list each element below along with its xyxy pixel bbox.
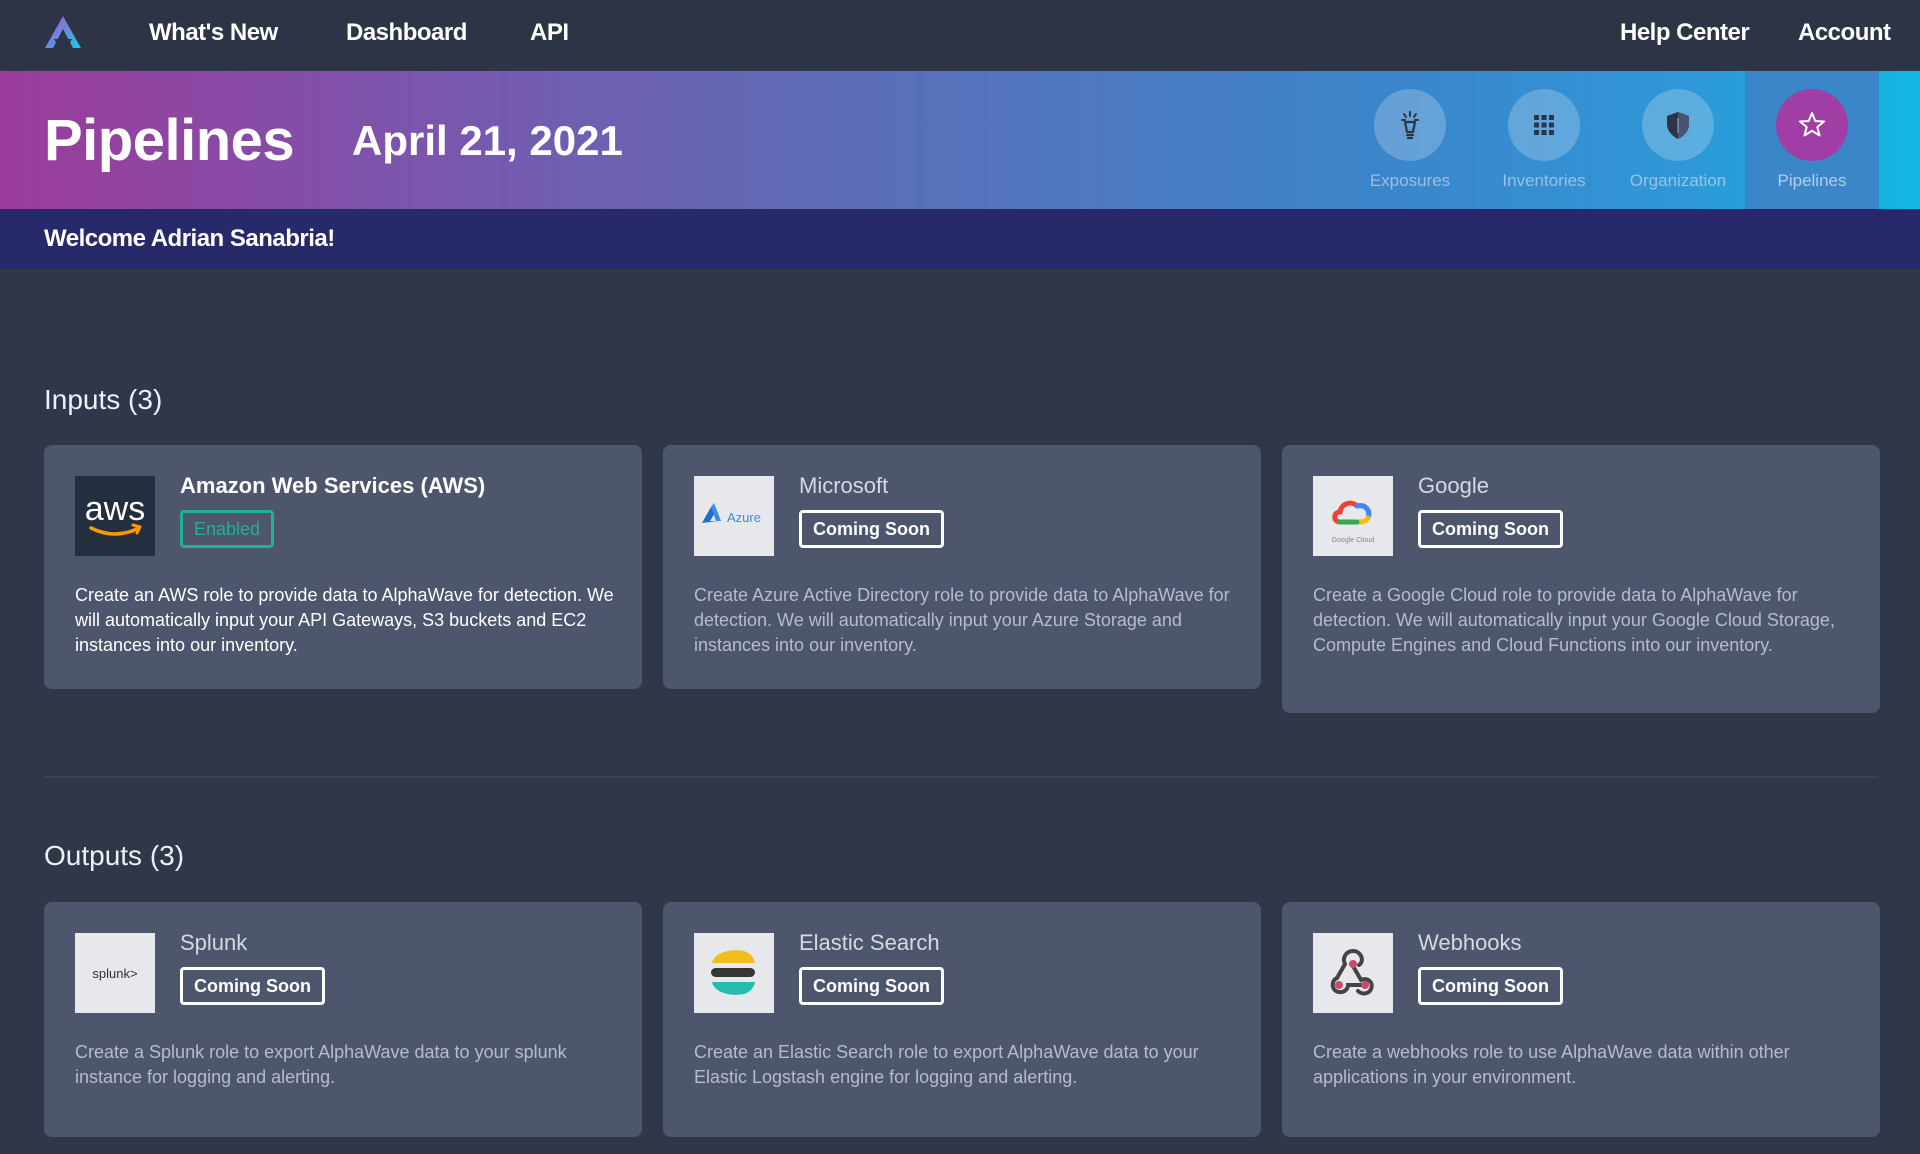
output-card-splunk[interactable]: splunk> Splunk Coming Soon Create a Splu… <box>44 902 642 1137</box>
status-badge: Coming Soon <box>799 510 944 548</box>
page-date: April 21, 2021 <box>352 117 623 164</box>
elastic-logo-icon <box>694 933 774 1013</box>
input-card-google[interactable]: Google Cloud Google Coming Soon Create a… <box>1282 445 1880 713</box>
aws-logo-icon: aws <box>75 476 155 556</box>
webhooks-logo-graphic <box>1330 949 1374 996</box>
splunk-logo-text: splunk> <box>92 966 137 981</box>
nav-account[interactable]: Account <box>1798 19 1891 47</box>
card-name: Splunk <box>180 930 248 955</box>
quicknav-organization-circle <box>1642 89 1714 161</box>
google-cloud-logo-text: Google Cloud <box>1332 537 1375 544</box>
output-card-webhooks[interactable]: Webhooks Coming Soon Create a webhooks r… <box>1282 902 1880 1137</box>
azure-logo-icon: Azure <box>694 476 774 556</box>
card-description: Create an Elastic Search role to export … <box>694 1042 1199 1087</box>
page-title: Pipelines <box>44 108 295 173</box>
nav-dashboard[interactable]: Dashboard <box>346 19 467 47</box>
alphawave-logo-icon[interactable] <box>42 14 84 50</box>
quicknav-label: Inventories <box>1502 171 1586 190</box>
aws-logo-graphic: aws <box>85 490 145 536</box>
card-name: Webhooks <box>1418 930 1522 955</box>
webhooks-logo-icon <box>1313 933 1393 1013</box>
quicknav-organization[interactable]: Organization <box>1611 71 1745 209</box>
splunk-logo-icon: splunk> <box>75 933 155 1013</box>
quicknav-exposures[interactable]: Exposures <box>1343 71 1477 209</box>
quicknav-label: Pipelines <box>1777 171 1847 190</box>
status-badge: Coming Soon <box>180 967 325 1005</box>
status-badge: Enabled <box>180 510 275 548</box>
input-card-aws[interactable]: aws Amazon Web Services (AWS) Enabled Cr… <box>44 445 642 689</box>
splunk-logo-graphic: splunk> <box>92 966 137 981</box>
card-description: Create a Google Cloud role to provide da… <box>1313 585 1835 655</box>
azure-logo-graphic: Azure <box>702 503 761 525</box>
welcome-bar: Welcome Adrian Sanabria! <box>0 209 1920 269</box>
section-divider <box>44 776 1878 778</box>
azure-logo-text: Azure <box>727 510 761 525</box>
aws-logo-text: aws <box>85 490 145 528</box>
inputs-section-title: Inputs (3) <box>44 384 163 415</box>
quicknav-pipelines-circle <box>1776 89 1848 161</box>
quicknav-label: Exposures <box>1369 171 1451 190</box>
google-cloud-logo-graphic: Google Cloud <box>1332 500 1375 544</box>
outputs-section-title: Outputs (3) <box>44 840 185 871</box>
status-badge: Coming Soon <box>799 967 944 1005</box>
quicknav-label: Organization <box>1629 171 1727 190</box>
card-name: Google <box>1418 473 1489 498</box>
card-name: Elastic Search <box>799 930 940 955</box>
card-description: Create Azure Active Directory role to pr… <box>694 585 1230 655</box>
quicknav-pipelines[interactable]: Pipelines <box>1745 71 1879 209</box>
top-navigation: What's New Dashboard API Help Center Acc… <box>0 0 1920 70</box>
input-card-microsoft[interactable]: Azure Microsoft Coming Soon Create Azure… <box>663 445 1261 689</box>
card-description: Create a Splunk role to export AlphaWave… <box>75 1042 567 1087</box>
shield-icon <box>1667 112 1689 139</box>
card-name: Amazon Web Services (AWS) <box>180 473 486 498</box>
elastic-logo-graphic <box>711 950 755 995</box>
star-icon <box>1799 112 1825 137</box>
nav-whats-new[interactable]: What's New <box>149 19 278 47</box>
page-banner: Pipelines April 21, 2021 Exposures Inven… <box>0 71 1920 209</box>
nav-help-center[interactable]: Help Center <box>1620 19 1750 47</box>
nav-api[interactable]: API <box>530 19 569 47</box>
card-description: Create an AWS role to provide data to Al… <box>75 585 614 655</box>
quicknav-exposures-circle <box>1374 89 1446 161</box>
google-cloud-logo-icon: Google Cloud <box>1313 476 1393 556</box>
quicknav-inventories-circle <box>1508 89 1580 161</box>
card-name: Microsoft <box>799 473 889 498</box>
quicknav-inventories[interactable]: Inventories <box>1477 71 1611 209</box>
status-badge: Coming Soon <box>1418 510 1563 548</box>
status-badge: Coming Soon <box>1418 967 1563 1005</box>
output-card-elastic-search[interactable]: Elastic Search Coming Soon Create an Ela… <box>663 902 1261 1137</box>
card-description: Create a webhooks role to use AlphaWave … <box>1313 1042 1790 1087</box>
grid-icon <box>1534 115 1554 135</box>
lightbulb-icon <box>1401 111 1419 140</box>
welcome-message: Welcome Adrian Sanabria! <box>44 225 335 252</box>
